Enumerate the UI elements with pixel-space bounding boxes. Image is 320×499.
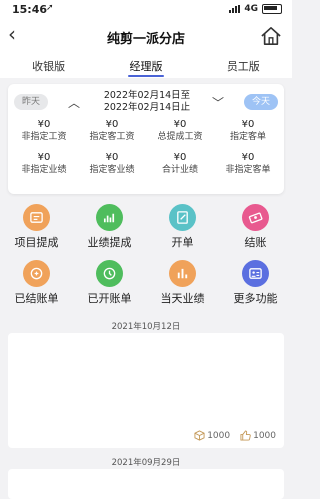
page-title: 纯剪一派分店 <box>106 32 185 47</box>
stat-item: ¥0 指定客工资 <box>78 118 146 143</box>
stat-value: ¥0 <box>173 119 187 130</box>
nav-bar: ‹ 纯剪一派分店 <box>0 20 292 52</box>
stat-item: ¥0 指定客单 <box>214 118 282 143</box>
record-card[interactable]: 1000 1000 <box>8 333 284 448</box>
stat-label: 非指定业绩 <box>21 165 67 175</box>
menu-opened-bills[interactable]: 已开账单 <box>73 260 146 306</box>
menu-performance-commission[interactable]: 业绩提成 <box>73 204 146 250</box>
record-date-header: 2021年09月29日 <box>111 458 181 468</box>
thumbs-up-icon <box>240 430 251 441</box>
date-end: 2022年02月14日止 <box>103 102 191 113</box>
performance-commission-icon <box>96 204 123 231</box>
tab-cashier[interactable]: 收银版 <box>0 52 97 78</box>
project-commission-icon <box>23 204 50 231</box>
stat-label: 总提成工资 <box>157 132 203 142</box>
menu-label: 已结账单 <box>14 292 59 305</box>
stat-item: ¥0 非指定工资 <box>10 118 78 143</box>
stat-value: ¥0 <box>173 152 187 163</box>
settled-bills-icon <box>23 260 50 287</box>
stat-item: ¥0 非指定业绩 <box>10 151 78 176</box>
menu-label: 当天业绩 <box>160 292 205 305</box>
stat-value: ¥0 <box>241 119 255 130</box>
today-button[interactable]: 今天 <box>244 94 278 110</box>
stat-item: ¥0 合计业绩 <box>146 151 214 176</box>
menu-label: 业绩提成 <box>87 236 132 249</box>
menu-settled-bills[interactable]: 已结账单 <box>0 260 73 306</box>
stat-item: ¥0 总提成工资 <box>146 118 214 143</box>
location-arrow-icon: ➚ <box>46 3 54 13</box>
menu-create-order[interactable]: 开单 <box>146 204 219 250</box>
stat-label: 合计业绩 <box>161 165 198 175</box>
date-start: 2022年02月14日至 <box>103 90 191 101</box>
tab-staff[interactable]: 员工版 <box>195 52 292 78</box>
menu-label: 项目提成 <box>14 236 59 249</box>
record-card[interactable] <box>8 469 284 499</box>
stat-label: 指定客单 <box>229 132 266 142</box>
stat-value: ¥0 <box>105 119 119 130</box>
stat-label: 非指定工资 <box>21 132 67 142</box>
more-functions-icon <box>242 260 269 287</box>
chevron-down-icon[interactable]: ﹀ <box>212 94 224 111</box>
version-tabs: 收银版 经理版 员工版 <box>0 52 292 78</box>
stat-label: 非指定客单 <box>225 165 271 175</box>
stat-value: ¥0 <box>37 152 51 163</box>
create-order-icon <box>169 204 196 231</box>
signal-icon <box>229 5 241 13</box>
date-range[interactable]: 2022年02月14日至 2022年02月14日止 <box>92 90 202 114</box>
battery-icon <box>262 4 282 14</box>
stats-card: 昨天 ︿ 2022年02月14日至 2022年02月14日止 ﹀ 今天 ¥0 非指… <box>8 84 284 194</box>
menu-project-commission[interactable]: 项目提成 <box>0 204 73 250</box>
stat-label: 指定客业绩 <box>89 165 135 175</box>
home-icon[interactable] <box>260 26 282 46</box>
stat-value: ¥0 <box>241 152 255 163</box>
menu-more-functions[interactable]: 更多功能 <box>219 260 292 306</box>
tab-manager[interactable]: 经理版 <box>97 52 194 78</box>
menu-daily-performance[interactable]: 当天业绩 <box>146 260 219 306</box>
function-menu: 项目提成 业绩提成 开单 结账 已结账单 已开账单 当天业绩 更多功能 <box>0 204 292 306</box>
menu-label: 更多功能 <box>233 292 278 305</box>
status-bar: 15:46 ➚ 4G <box>0 0 292 20</box>
checkout-icon <box>242 204 269 231</box>
opened-bills-icon <box>96 260 123 287</box>
box-icon <box>194 430 205 441</box>
yesterday-button[interactable]: 昨天 <box>14 94 48 110</box>
network-label: 4G <box>244 4 258 14</box>
record-date-header: 2021年10月12日 <box>111 322 181 332</box>
stat-item: ¥0 非指定客单 <box>214 151 282 176</box>
chevron-up-icon[interactable]: ︿ <box>68 94 80 111</box>
date-filter: 昨天 ︿ 2022年02月14日至 2022年02月14日止 ﹀ 今天 <box>8 90 284 114</box>
menu-label: 结账 <box>244 236 267 249</box>
menu-label: 开单 <box>171 236 194 249</box>
record-likes: 1000 <box>253 430 276 441</box>
stat-item: ¥0 指定客业绩 <box>78 151 146 176</box>
stat-value: ¥0 <box>37 119 51 130</box>
stats-grid: ¥0 非指定工资 ¥0 指定客工资 ¥0 总提成工资 ¥0 指定客单 ¥0 非指定业绩 ¥… <box>10 118 282 176</box>
record-count: 1000 <box>207 430 231 441</box>
menu-checkout[interactable]: 结账 <box>219 204 292 250</box>
status-time: 15:46 <box>12 3 48 16</box>
stat-label: 指定客工资 <box>89 132 135 142</box>
stat-value: ¥0 <box>105 152 119 163</box>
menu-label: 已开账单 <box>87 292 132 305</box>
daily-performance-icon <box>169 260 196 287</box>
